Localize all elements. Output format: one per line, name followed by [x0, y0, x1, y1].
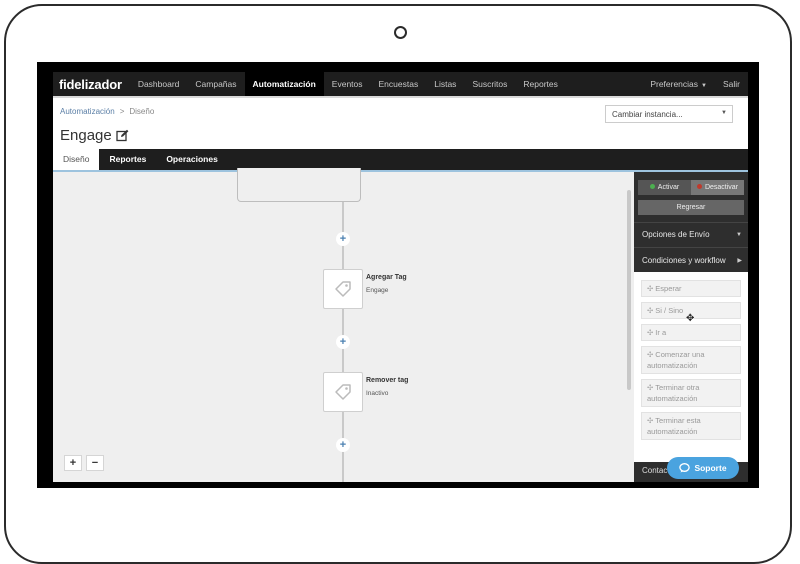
breadcrumb: Automatización > Diseño: [60, 107, 154, 116]
support-label: Soporte: [694, 463, 727, 473]
node-remover-tag[interactable]: [323, 372, 363, 412]
tag-icon: [335, 281, 351, 297]
tab-diseno[interactable]: Diseño: [53, 149, 100, 170]
tool-label: Si / Sino: [655, 306, 684, 315]
nav-suscritos[interactable]: Suscritos: [464, 72, 515, 96]
section-contacts[interactable]: Contac: [642, 466, 667, 475]
status-dot-icon: [696, 184, 702, 189]
canvas-scrollbar[interactable]: [627, 190, 631, 390]
tools-panel: Activar Desactivar Regresar Opciones de …: [634, 172, 748, 482]
workflow-canvas[interactable]: + Agregar Tag Engage + Remover tag Inact…: [53, 168, 638, 482]
tool-label: Esperar: [655, 284, 682, 293]
chevron-down-icon: ▼: [701, 83, 707, 89]
node-subtitle: Engage: [366, 287, 389, 294]
activate-button[interactable]: Activar: [638, 180, 691, 195]
edit-icon[interactable]: [116, 129, 129, 142]
section-condiciones-workflow[interactable]: Condiciones y workflow: [642, 256, 726, 265]
move-icon: ✣: [647, 416, 654, 425]
nav-logout[interactable]: Salir: [715, 72, 748, 96]
node-subtitle: Inactivo: [366, 390, 389, 397]
activate-label: Activar: [657, 184, 680, 191]
nav-reportes[interactable]: Reportes: [515, 72, 566, 96]
tool-label: Comenzar una automatización: [647, 350, 705, 370]
node-title: Agregar Tag: [366, 274, 407, 281]
move-icon: ✣: [647, 328, 654, 337]
nav-preferences-label: Preferencias: [650, 79, 699, 89]
tool-label: Terminar otra automatización: [647, 383, 700, 403]
nav-divider: [53, 96, 748, 98]
chevron-down-icon: ▼: [721, 110, 727, 116]
nav-dashboard[interactable]: Dashboard: [130, 72, 188, 96]
chevron-down-icon: ▼: [736, 232, 742, 238]
instance-select[interactable]: Cambiar instancia... ▼: [605, 105, 733, 123]
tool-terminar-esta[interactable]: ✣ Terminar esta automatización: [641, 412, 741, 440]
zoom-in-button[interactable]: +: [64, 455, 82, 471]
deactivate-label: Desactivar: [704, 184, 739, 191]
page-title-text: Engage: [60, 127, 112, 144]
tab-operaciones[interactable]: Operaciones: [156, 149, 228, 170]
status-dot-icon: [649, 184, 655, 189]
nav-automatizacion[interactable]: Automatización: [244, 72, 324, 96]
brand-logo[interactable]: fidelizador: [53, 77, 130, 92]
nav-encuestas[interactable]: Encuestas: [371, 72, 427, 96]
tool-ir-a[interactable]: ✣ Ir a: [641, 324, 741, 341]
node-agregar-tag[interactable]: [323, 269, 363, 309]
add-step-button[interactable]: +: [336, 335, 350, 349]
nav-preferences[interactable]: Preferencias ▼: [642, 72, 715, 96]
section-opciones-envio[interactable]: Opciones de Envío: [642, 230, 710, 239]
chevron-right-icon: ▶: [737, 258, 742, 264]
panel-divider: [634, 247, 748, 248]
move-icon: ✣: [647, 350, 654, 359]
tool-label: Ir a: [655, 328, 667, 337]
page-title: Engage: [60, 127, 129, 144]
move-icon: ✣: [647, 383, 654, 392]
nav-eventos[interactable]: Eventos: [324, 72, 371, 96]
node-title: Remover tag: [366, 377, 409, 384]
move-icon: ✣: [647, 306, 654, 315]
nav-right: Preferencias ▼ Salir: [642, 72, 748, 96]
breadcrumb-current: Diseño: [129, 107, 155, 116]
instance-select-value: Cambiar instancia...: [612, 110, 683, 119]
activation-buttons: Activar Desactivar: [638, 180, 744, 195]
tool-terminar-otra[interactable]: ✣ Terminar otra automatización: [641, 379, 741, 407]
tab-reportes[interactable]: Reportes: [99, 149, 156, 170]
tool-comenzar-automatizacion[interactable]: ✣ Comenzar una automatización: [641, 346, 741, 374]
deactivate-button[interactable]: Desactivar: [691, 180, 744, 195]
app-screen: fidelizador Dashboard Campañas Automatiz…: [53, 72, 748, 482]
sub-tabs: Diseño Reportes Operaciones: [53, 149, 748, 170]
chat-bubble-icon: [679, 463, 691, 473]
breadcrumb-separator-icon: >: [119, 107, 125, 116]
top-navbar: fidelizador Dashboard Campañas Automatiz…: [53, 72, 748, 96]
breadcrumb-parent[interactable]: Automatización: [60, 107, 115, 116]
zoom-out-button[interactable]: −: [86, 455, 104, 471]
nav-campanas[interactable]: Campañas: [187, 72, 244, 96]
tool-label: Terminar esta automatización: [647, 416, 701, 436]
camera-icon: [394, 26, 407, 39]
add-step-button[interactable]: +: [336, 232, 350, 246]
tool-esperar[interactable]: ✣ Esperar: [641, 280, 741, 297]
move-icon: ✣: [647, 284, 654, 293]
previous-node-box[interactable]: [237, 168, 361, 202]
back-button[interactable]: Regresar: [638, 200, 744, 215]
nav-listas[interactable]: Listas: [426, 72, 464, 96]
tag-icon: [335, 384, 351, 400]
tools-list: ✣ Esperar ✣ Si / Sino ✣ Ir a ✣ Comenzar una …: [634, 272, 748, 462]
support-button[interactable]: Soporte: [667, 457, 739, 479]
add-step-button[interactable]: +: [336, 438, 350, 452]
panel-divider: [634, 222, 748, 223]
move-cursor-icon: ✥: [686, 313, 695, 324]
